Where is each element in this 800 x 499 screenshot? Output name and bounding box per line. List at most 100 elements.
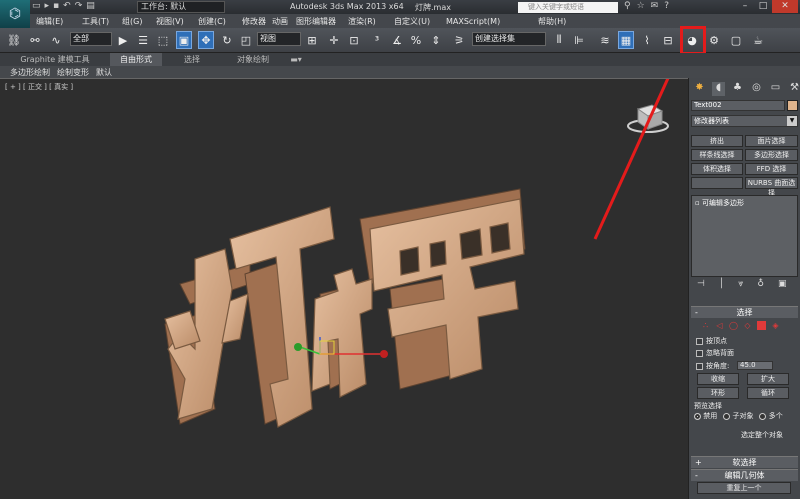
ring-button[interactable]: 环形 (697, 387, 739, 399)
select-rotate-icon[interactable]: ↻ (219, 31, 235, 49)
preview-subobject-radio[interactable]: 子对象 (723, 411, 753, 421)
select-by-name-icon[interactable]: ☰ (135, 31, 151, 49)
repeat-last-button[interactable]: 重复上一个 (697, 482, 791, 494)
edge-icon[interactable]: ◁ (715, 321, 724, 330)
viewport[interactable]: [ + ] [ 正交 ] [ 真实 ] (0, 78, 688, 499)
configure-sets-icon[interactable]: ▣ (778, 279, 787, 289)
undo-icon[interactable]: ↶ (63, 1, 71, 11)
poly-select-button[interactable]: 多边形选择 (745, 149, 798, 161)
angle-snap-icon[interactable]: ∡ (389, 31, 405, 49)
minimize-icon[interactable]: – (736, 0, 754, 13)
vertex-icon[interactable]: ∴ (701, 321, 710, 330)
make-unique-icon[interactable]: ⩔ (738, 279, 743, 289)
border-icon[interactable]: ◯ (729, 321, 738, 330)
layer-manager-icon[interactable]: ≋ (597, 31, 613, 49)
link-icon[interactable]: ⛓ (6, 31, 22, 49)
create-tab-icon[interactable]: ✸ (693, 82, 706, 96)
menu-animation[interactable]: 动画 (272, 16, 296, 27)
by-angle-checkbox[interactable]: 按角度: (696, 361, 729, 371)
element-icon[interactable]: ■ (757, 321, 766, 330)
menu-rendering[interactable]: 渲染(R) (348, 16, 394, 27)
polygon-icon[interactable]: ◇ (743, 321, 752, 330)
soft-selection-rollout-header[interactable]: + 软选择 (691, 456, 798, 468)
menu-edit[interactable]: 编辑(E) (36, 16, 82, 27)
menu-maxscript[interactable]: MAXScript(M) (446, 17, 538, 26)
display-tab-icon[interactable]: ▭ (769, 82, 782, 96)
render-setup-icon[interactable]: ⚙ (706, 31, 722, 49)
preview-multi-radio[interactable]: 多个 (759, 411, 783, 421)
unlink-icon[interactable]: ⚯ (27, 31, 43, 49)
menu-group[interactable]: 组(G) (122, 16, 156, 27)
bind-space-warp-icon[interactable]: ∿ (48, 31, 64, 49)
patch-select-button[interactable]: 面片选择 (745, 135, 798, 147)
select-move-icon[interactable]: ✥ (198, 31, 214, 49)
spinner-snap-icon[interactable]: ⇕ (428, 31, 444, 49)
project-folder-icon[interactable]: ▤ (86, 1, 95, 11)
graphite-toggle-icon[interactable]: ▦ (618, 31, 634, 49)
tab-graphite-modeling[interactable]: Graphite 建模工具 (0, 53, 110, 66)
edit-geometry-rollout-header[interactable]: - 编辑几何体 (691, 469, 798, 481)
loop-button[interactable]: 循环 (747, 387, 789, 399)
menu-tools[interactable]: 工具(T) (82, 16, 122, 27)
app-logo-icon[interactable]: ⌬ (0, 0, 30, 28)
object-name-field[interactable]: Text002 (691, 100, 785, 111)
redo-icon[interactable]: ↷ (75, 1, 83, 11)
modifier-stack[interactable]: ▫ 可编辑多边形 (691, 195, 798, 277)
preview-disabled-radio[interactable]: 禁用 (694, 411, 717, 421)
close-icon[interactable]: ✕ (772, 0, 798, 13)
ref-coord-dropdown[interactable]: 视图 (257, 32, 301, 46)
edit-named-sel-icon[interactable]: ⚞ (451, 31, 467, 49)
utilities-tab-icon[interactable]: ⚒ (788, 82, 800, 96)
show-end-result-icon[interactable]: │ (719, 279, 724, 289)
subscription-icon[interactable]: ☆ (637, 1, 645, 11)
volume-select-button[interactable]: 体积选择 (691, 163, 743, 175)
menu-views[interactable]: 视图(V) (156, 16, 198, 27)
selection-filter-dropdown[interactable]: 全部 (70, 32, 112, 46)
viewcube-icon[interactable] (627, 104, 669, 133)
ignore-backfacing-checkbox[interactable]: 忽略背面 (696, 348, 734, 358)
shrink-button[interactable]: 收缩 (697, 373, 739, 385)
angle-spinner[interactable]: 45.0 (737, 361, 773, 370)
tab-freeform[interactable]: 自由形式 (110, 53, 162, 66)
mirror-icon[interactable]: ⫴ (551, 31, 567, 49)
ribbon-paint-deform[interactable]: 绘制变形 (57, 67, 89, 78)
help-icon[interactable]: ? (664, 1, 669, 11)
tab-selection[interactable]: 选择 (162, 53, 222, 66)
rect-selection-icon[interactable]: ⬚ (155, 31, 171, 49)
modify-tab-icon[interactable]: ◖ (712, 82, 725, 96)
empty-modifier-button[interactable] (691, 177, 743, 189)
search-input[interactable]: 键入关键字或短语 (518, 2, 618, 13)
ribbon-defaults[interactable]: 默认 (96, 67, 112, 78)
motion-tab-icon[interactable]: ◎ (750, 82, 763, 96)
new-file-icon[interactable]: ▭ (32, 1, 41, 11)
render-production-icon[interactable]: ☕ (750, 31, 766, 49)
ribbon-poly-draw[interactable]: 多边形绘制 (10, 67, 50, 78)
ffd-select-button[interactable]: FFD 选择 (745, 163, 798, 175)
percent-snap-icon[interactable]: % (408, 31, 424, 49)
object-color-swatch[interactable] (787, 100, 798, 111)
tab-object-paint[interactable]: 对象绘制 (222, 53, 284, 66)
ribbon-options-icon[interactable]: ▬▾ (284, 53, 308, 66)
snaps-toggle-icon[interactable]: ³ (369, 31, 385, 49)
menu-modifiers[interactable]: 修改器 (242, 16, 272, 27)
element-alt-icon[interactable]: ◈ (771, 321, 780, 330)
binoculars-icon[interactable]: ⚲ (624, 1, 631, 11)
stack-item-editable-poly[interactable]: ▫ 可编辑多边形 (695, 198, 744, 208)
keyboard-shortcut-icon[interactable]: ⊡ (346, 31, 362, 49)
nurbs-select-button[interactable]: NURBS 曲面选择 (745, 177, 798, 197)
rendered-frame-icon[interactable]: ▢ (728, 31, 744, 49)
curve-editor-icon[interactable]: ⌇ (639, 31, 655, 49)
menu-graph-editors[interactable]: 图形编辑器 (296, 16, 348, 27)
open-file-icon[interactable]: ▸ (45, 1, 50, 11)
save-icon[interactable]: ▪ (53, 1, 59, 11)
pin-stack-icon[interactable]: ⊣ (697, 279, 705, 289)
window-crossing-icon[interactable]: ▣ (176, 31, 192, 49)
by-vertex-checkbox[interactable]: 按顶点 (696, 336, 727, 346)
spline-select-button[interactable]: 样条线选择 (691, 149, 743, 161)
hierarchy-tab-icon[interactable]: ♣ (731, 82, 744, 96)
workspace-dropdown[interactable]: 工作台: 默认 (137, 1, 225, 13)
pivot-center-icon[interactable]: ⊞ (304, 31, 320, 49)
named-selection-dropdown[interactable]: 创建选择集 (472, 32, 546, 46)
selection-rollout-header[interactable]: - 选择 (691, 306, 798, 318)
menu-customize[interactable]: 自定义(U) (394, 16, 446, 27)
